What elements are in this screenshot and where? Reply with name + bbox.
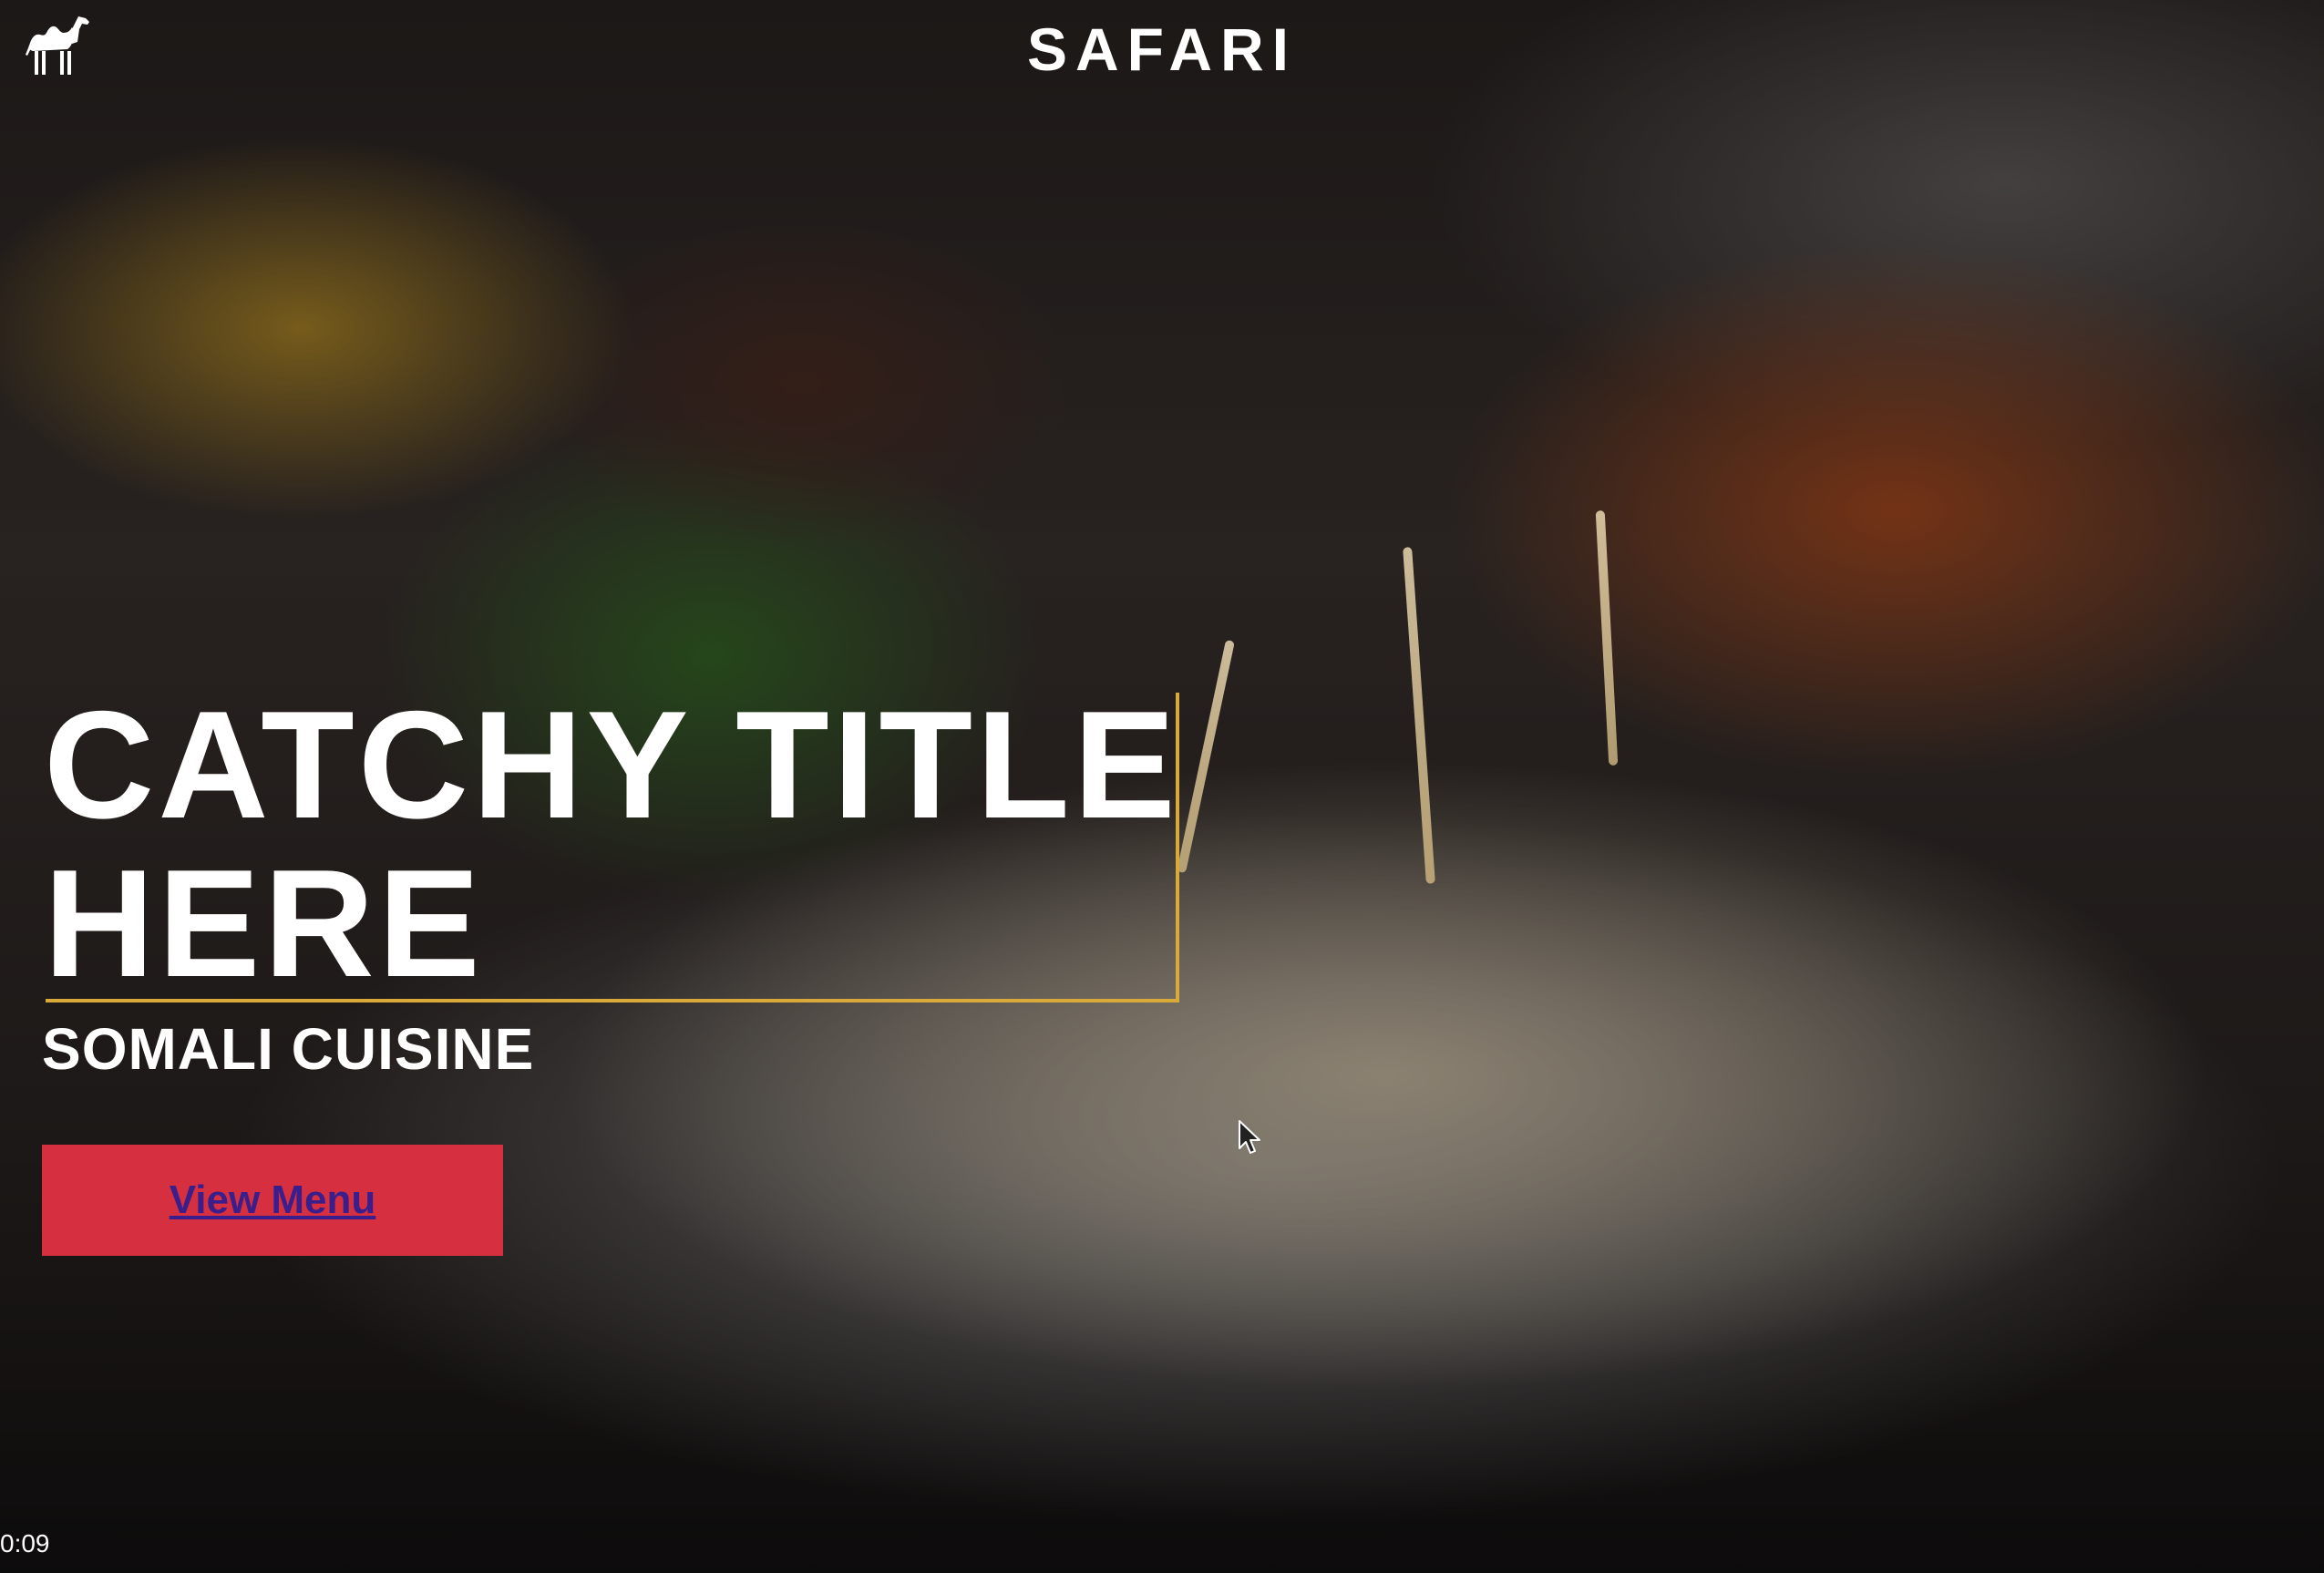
- mouse-pointer-icon: [1239, 1120, 1260, 1154]
- hero-subtitle: SOMALI CUISINE: [42, 1016, 535, 1082]
- view-menu-label[interactable]: View Menu: [170, 1177, 376, 1223]
- brand-name[interactable]: SAFARI: [0, 15, 2324, 84]
- view-menu-button[interactable]: View Menu: [42, 1145, 503, 1256]
- hero-section: SAFARI CATCHY TITLE HERE SOMALI CUISINE …: [0, 0, 2324, 1573]
- hero-title: CATCHY TITLE HERE: [44, 679, 1179, 1009]
- video-timestamp: 0:09: [0, 1529, 50, 1558]
